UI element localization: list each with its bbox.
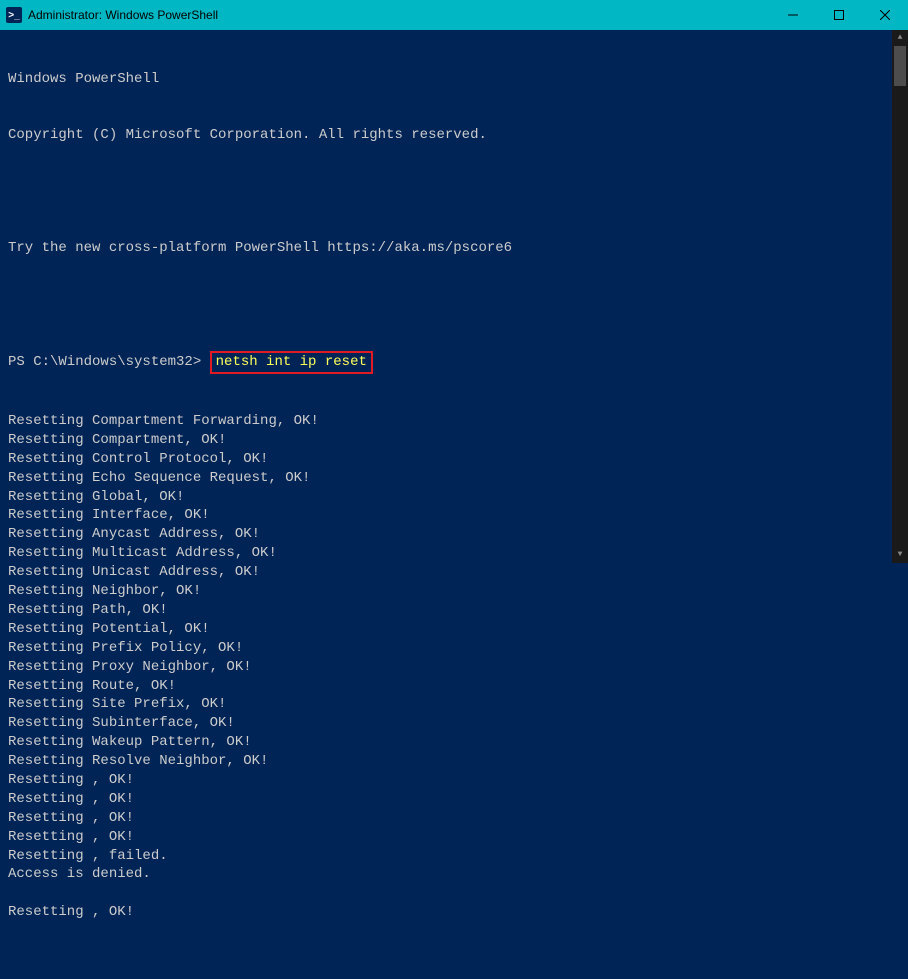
output-line: Resetting Proxy Neighbor, OK! [8,658,900,677]
blank-line [8,183,900,201]
output-line: Resetting Echo Sequence Request, OK! [8,469,900,488]
window-controls [770,0,908,30]
output-line: Resetting Global, OK! [8,488,900,507]
command-text: netsh int ip reset [216,354,367,370]
hint-line: Try the new cross-platform PowerShell ht… [8,239,900,258]
output-line: Resetting Prefix Policy, OK! [8,639,900,658]
terminal-output: Resetting Compartment Forwarding, OK!Res… [8,412,900,922]
output-line: Resetting Route, OK! [8,677,900,696]
titlebar[interactable]: >_ Administrator: Windows PowerShell [0,0,908,30]
maximize-icon [834,10,844,20]
scrollbar[interactable]: ▲ ▼ [892,30,908,563]
output-line: Resetting Potential, OK! [8,620,900,639]
output-line: Resetting , OK! [8,828,900,847]
scrollbar-up-arrow-icon[interactable]: ▲ [892,30,908,46]
prompt-line: PS C:\Windows\system32> netsh int ip res… [8,351,900,374]
output-line: Resetting Unicast Address, OK! [8,563,900,582]
copyright-line: Copyright (C) Microsoft Corporation. All… [8,126,900,145]
output-line: Resetting , failed. [8,847,900,866]
output-line: Access is denied. [8,865,900,884]
titlebar-left: >_ Administrator: Windows PowerShell [0,7,218,23]
close-icon [880,10,890,20]
output-line: Resetting Neighbor, OK! [8,582,900,601]
output-line: Resetting , OK! [8,771,900,790]
output-line: Resetting Compartment, OK! [8,431,900,450]
terminal-area[interactable]: Windows PowerShell Copyright (C) Microso… [0,30,908,563]
scrollbar-thumb[interactable] [894,46,906,86]
output-line: Resetting , OK! [8,903,900,922]
output-line [8,884,900,903]
window-title: Administrator: Windows PowerShell [28,8,218,22]
banner-line: Windows PowerShell [8,70,900,89]
output-line: Resetting , OK! [8,790,900,809]
powershell-icon: >_ [6,7,22,23]
output-line: Resetting Control Protocol, OK! [8,450,900,469]
output-line: Resetting Anycast Address, OK! [8,525,900,544]
output-line: Resetting Subinterface, OK! [8,714,900,733]
maximize-button[interactable] [816,0,862,30]
scrollbar-down-arrow-icon[interactable]: ▼ [892,547,908,563]
output-line: Resetting Path, OK! [8,601,900,620]
output-line: Resetting Interface, OK! [8,506,900,525]
minimize-icon [788,10,798,20]
output-line: Resetting Wakeup Pattern, OK! [8,733,900,752]
minimize-button[interactable] [770,0,816,30]
output-line: Resetting Site Prefix, OK! [8,695,900,714]
output-line: Resetting Multicast Address, OK! [8,544,900,563]
output-line: Resetting Compartment Forwarding, OK! [8,412,900,431]
output-line: Resetting Resolve Neighbor, OK! [8,752,900,771]
command-highlight-box: netsh int ip reset [210,351,373,374]
blank-line [8,296,900,314]
close-button[interactable] [862,0,908,30]
prompt-text: PS C:\Windows\system32> [8,354,210,370]
output-line: Resetting , OK! [8,809,900,828]
